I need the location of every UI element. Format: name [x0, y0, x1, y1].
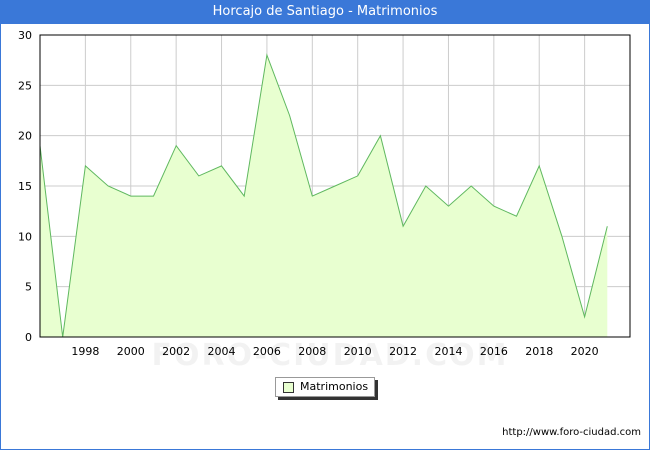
legend-swatch [283, 382, 294, 393]
x-tick-label: 2018 [525, 345, 553, 358]
legend: Matrimonios [275, 377, 375, 397]
series-area-fill [40, 55, 608, 337]
x-tick-label: 2014 [434, 345, 462, 358]
y-tick-label: 25 [18, 79, 32, 92]
y-tick-label: 10 [18, 230, 32, 243]
data-area [39, 53, 608, 338]
x-tick-label: 2000 [117, 345, 145, 358]
x-tick-label: 2002 [162, 345, 190, 358]
x-tick-label: 2006 [253, 345, 281, 358]
source-url[interactable]: http://www.foro-ciudad.com [502, 427, 641, 438]
y-tick-label: 0 [25, 331, 32, 344]
y-tick-label: 5 [25, 281, 32, 294]
legend-label: Matrimonios [300, 380, 369, 393]
x-tick-label: 1998 [71, 345, 99, 358]
y-tick-label: 30 [18, 29, 32, 42]
x-tick-label: 2010 [344, 345, 372, 358]
x-tick-label: 2008 [298, 345, 326, 358]
x-tick-label: 2004 [208, 345, 236, 358]
y-tick-label: 20 [18, 130, 32, 143]
x-tick-label: 2016 [480, 345, 508, 358]
y-tick-label: 15 [18, 180, 32, 193]
x-tick-label: 2012 [389, 345, 417, 358]
x-tick-label: 2020 [571, 345, 599, 358]
